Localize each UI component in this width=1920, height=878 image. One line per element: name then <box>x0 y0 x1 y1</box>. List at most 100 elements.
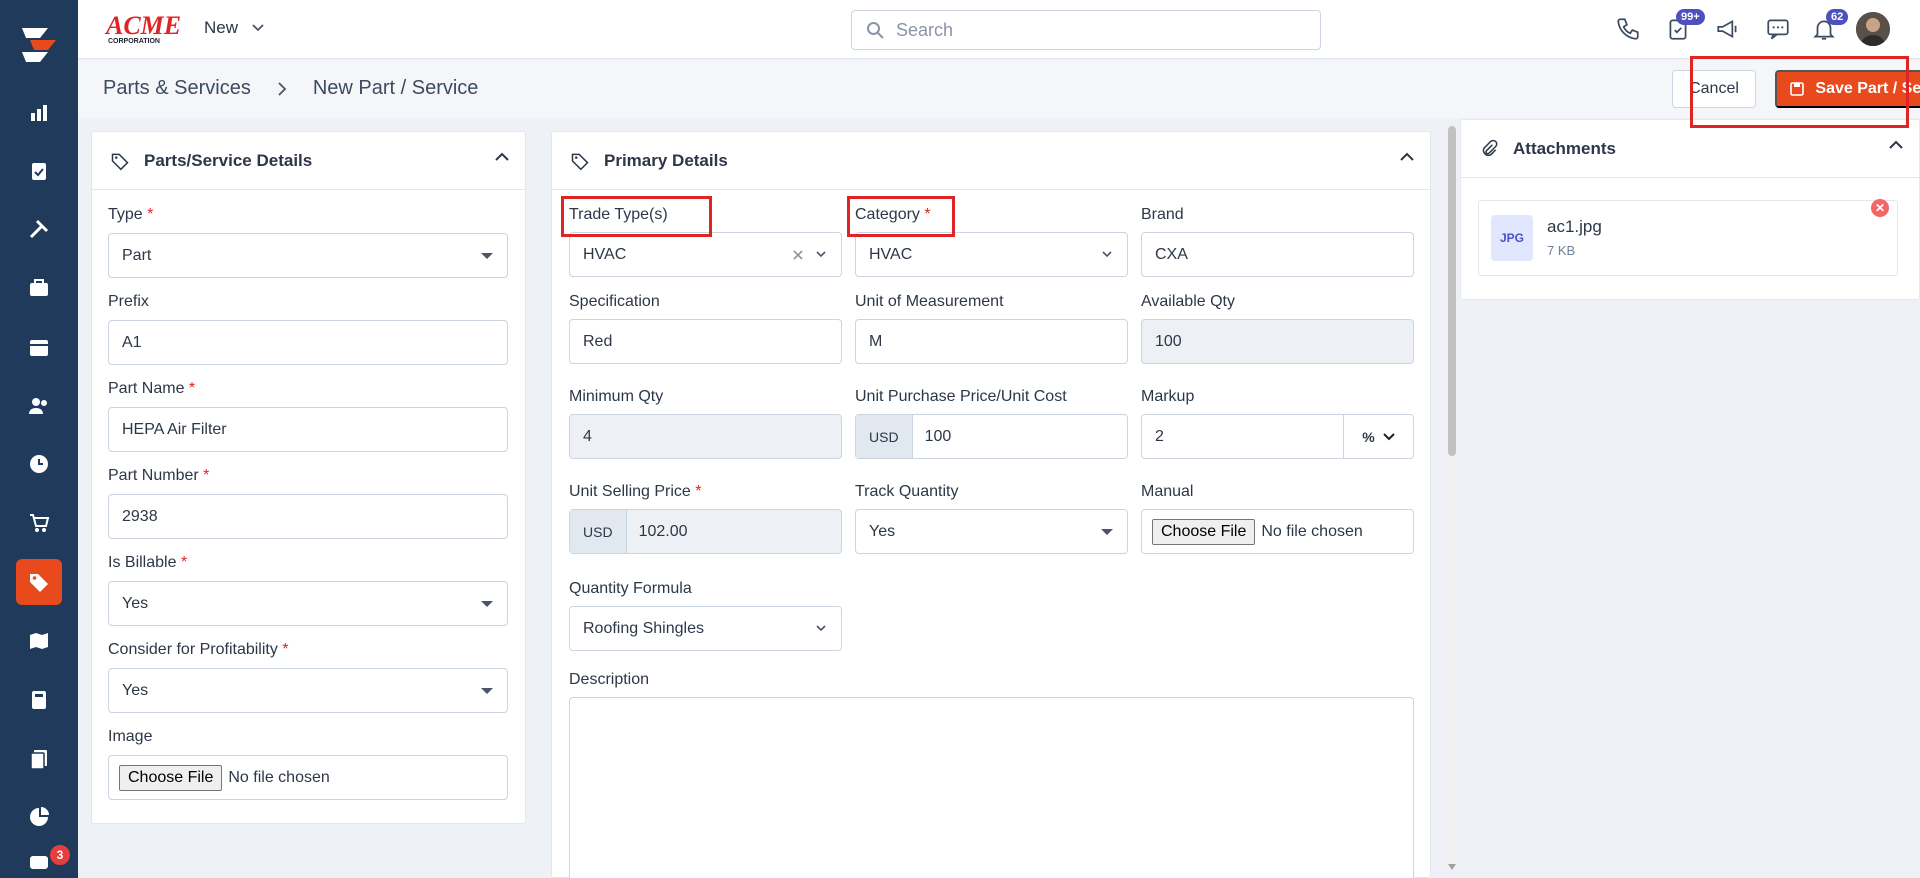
specification-input[interactable]: Red <box>569 319 842 364</box>
chevron-up-icon[interactable] <box>1889 140 1903 150</box>
attachment-name: ac1.jpg <box>1547 217 1602 236</box>
sidebar-item-customers[interactable] <box>16 383 62 429</box>
floppy-disk-icon <box>1790 82 1805 96</box>
image-label: Image <box>108 728 153 745</box>
manual-file-input[interactable]: Choose File No file chosen <box>1141 509 1414 554</box>
messages-button[interactable] <box>1762 13 1794 45</box>
chart-bar-icon <box>31 105 47 121</box>
is-billable-select[interactable]: Yes <box>108 581 508 626</box>
sidebar-item-calendar[interactable] <box>16 324 62 370</box>
announcements-button[interactable] <box>1712 13 1744 45</box>
new-menu-label: New <box>204 18 239 37</box>
new-menu-dropdown[interactable]: New <box>204 18 264 38</box>
remove-attachment-icon[interactable]: ✕ <box>1871 199 1889 217</box>
sidebar-item-tools[interactable] <box>16 206 62 252</box>
part-number-input[interactable]: 2938 <box>108 494 508 539</box>
app-logo-icon[interactable] <box>16 20 62 66</box>
uom-label: Unit of Measurement <box>855 293 1004 310</box>
trade-type-select[interactable]: HVAC <box>569 232 842 277</box>
sidebar-item-timesheet[interactable] <box>16 441 62 487</box>
choose-file-button[interactable]: Choose File <box>119 764 223 791</box>
qty-formula-select[interactable]: Roofing Shingles <box>569 606 842 651</box>
sidebar-item-purchasing[interactable] <box>16 500 62 546</box>
breadcrumb: Parts & Services New Part / Service <box>103 77 478 100</box>
type-select[interactable]: Part <box>108 233 508 278</box>
unit-cost-input[interactable]: USD 100 <box>855 414 1128 459</box>
available-qty-label: Available Qty <box>1141 293 1235 310</box>
save-button-label: Save Part / Service <box>1815 80 1920 97</box>
sidebar-item-reports[interactable] <box>16 794 62 840</box>
pie-chart-icon <box>30 807 49 826</box>
calendar-icon <box>30 340 48 356</box>
breadcrumb-parent-link[interactable]: Parts & Services <box>103 77 251 100</box>
min-qty-label: Minimum Qty <box>569 388 664 405</box>
currency-addon: USD <box>570 510 627 553</box>
description-label: Description <box>569 671 650 688</box>
track-qty-select[interactable]: Yes <box>855 509 1128 554</box>
attachment-item[interactable]: JPG ac1.jpg 7 KB ✕ <box>1478 199 1898 276</box>
page-header: Parts & Services New Part / Service Canc… <box>78 60 1920 118</box>
chevron-down-icon <box>816 251 826 258</box>
brand-input[interactable]: CXA <box>1141 232 1414 277</box>
phone-button[interactable] <box>1612 13 1644 45</box>
selling-price-label: Unit Selling Price * <box>569 483 702 500</box>
phone-icon <box>1617 18 1639 40</box>
choose-file-button[interactable]: Choose File <box>1152 518 1256 545</box>
part-name-input[interactable]: HEPA Air Filter <box>108 407 508 452</box>
scrollbar[interactable] <box>1446 120 1458 872</box>
prefix-input[interactable]: A1 <box>108 320 508 365</box>
message-icon <box>1767 19 1789 40</box>
top-bar: ACME CORPORATION New Search 99+ 62 <box>78 0 1920 59</box>
scroll-down-arrow-icon[interactable] <box>1448 864 1456 870</box>
card-header: Attachments <box>1461 120 1919 178</box>
category-select[interactable]: HVAC <box>855 232 1128 277</box>
svg-text:CORPORATION: CORPORATION <box>108 38 160 45</box>
chevron-up-icon[interactable] <box>495 152 509 162</box>
notifications-button[interactable]: 62 <box>1808 9 1849 45</box>
sidebar-item-documents[interactable] <box>16 736 62 782</box>
megaphone-icon <box>1717 19 1737 39</box>
breadcrumb-current: New Part / Service <box>312 77 479 99</box>
markup-label: Markup <box>1141 388 1195 405</box>
paperclip-icon <box>1482 139 1498 156</box>
calculator-icon <box>32 691 46 709</box>
chevron-up-icon[interactable] <box>1400 152 1414 162</box>
image-file-input[interactable]: Choose File No file chosen <box>108 755 508 800</box>
tools-icon <box>29 219 49 239</box>
sidebar: 3 <box>0 0 78 878</box>
sidebar-item-dashboard[interactable] <box>16 90 62 136</box>
file-type-badge: JPG <box>1491 215 1533 261</box>
card-header: Parts/Service Details <box>92 132 525 190</box>
svg-text:ACME: ACME <box>104 11 180 40</box>
tasks-count-badge: 99+ <box>1676 9 1705 25</box>
description-textarea[interactable] <box>569 697 1414 878</box>
notifications-count-badge: 62 <box>1826 9 1849 25</box>
uom-input[interactable]: M <box>855 319 1128 364</box>
scrollbar-thumb[interactable] <box>1448 126 1456 456</box>
profitability-label: Consider for Profitability * <box>108 641 289 658</box>
sidebar-item-jobs[interactable] <box>16 265 62 311</box>
markup-unit-select[interactable]: % <box>1343 415 1413 458</box>
sidebar-item-tasks[interactable] <box>16 148 62 194</box>
qty-formula-label: Quantity Formula <box>569 580 692 597</box>
company-logo[interactable]: ACME CORPORATION <box>104 10 181 46</box>
user-avatar[interactable] <box>1856 12 1890 46</box>
track-qty-label: Track Quantity <box>855 483 959 500</box>
map-icon <box>30 633 48 649</box>
sidebar-item-map[interactable] <box>16 618 62 664</box>
min-qty-input: 4 <box>569 414 842 459</box>
prefix-label: Prefix <box>108 293 149 310</box>
profitability-select[interactable]: Yes <box>108 668 508 713</box>
cancel-button[interactable]: Cancel <box>1672 70 1756 108</box>
tasks-button[interactable]: 99+ <box>1662 9 1705 45</box>
category-label: Category * <box>855 206 931 223</box>
markup-input[interactable]: 2 % <box>1141 414 1414 459</box>
card-title: Attachments <box>1513 138 1616 158</box>
sidebar-item-estimates[interactable] <box>16 677 62 723</box>
search-input[interactable]: Search <box>851 10 1321 50</box>
clear-icon[interactable] <box>793 250 803 260</box>
tags-icon <box>111 153 129 170</box>
chevron-right-icon <box>278 81 287 96</box>
sidebar-item-parts[interactable] <box>16 559 62 605</box>
save-button[interactable]: Save Part / Service <box>1775 70 1920 108</box>
